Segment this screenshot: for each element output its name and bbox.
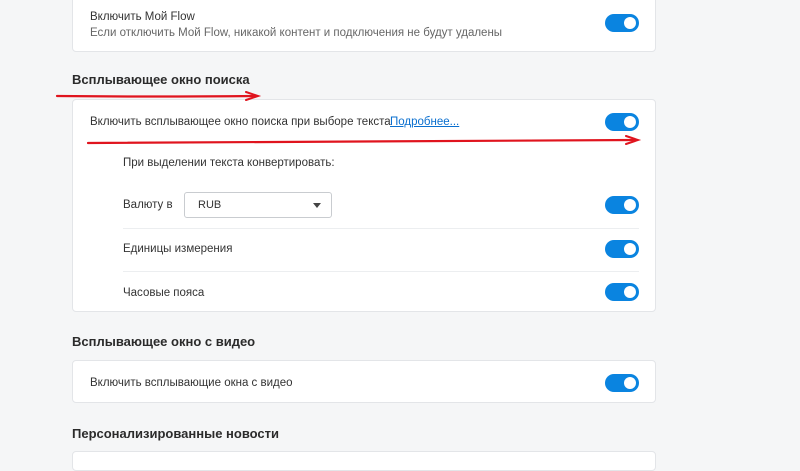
search-popup-enable-label: Включить всплывающее окно поиска при выб… xyxy=(90,116,391,128)
units-toggle[interactable] xyxy=(605,240,639,258)
search-popup-section-title: Всплывающее окно поиска xyxy=(72,72,250,87)
news-section-title: Персонализированные новости xyxy=(72,426,280,441)
toggle-knob xyxy=(624,199,636,211)
annotation-arrow-1 xyxy=(55,94,258,98)
currency-label: Валюту в xyxy=(123,199,173,211)
video-popup-section-title: Всплывающее окно с видео xyxy=(72,334,256,349)
my-flow-toggle[interactable] xyxy=(605,14,639,32)
currency-toggle[interactable] xyxy=(605,196,639,214)
toggle-knob xyxy=(624,116,636,128)
toggle-knob xyxy=(624,17,636,29)
news-card xyxy=(72,451,656,471)
toggle-knob xyxy=(624,286,636,298)
chevron-down-icon xyxy=(313,203,321,208)
divider xyxy=(123,228,639,229)
video-popup-enable-label: Включить всплывающие окна с видео xyxy=(90,377,293,389)
search-popup-card: Включить всплывающее окно поиска при выб… xyxy=(72,99,656,312)
my-flow-title: Включить Мой Flow xyxy=(90,11,195,23)
my-flow-description: Если отключить Мой Flow, никакой контент… xyxy=(90,27,503,39)
toggle-knob xyxy=(624,243,636,255)
currency-select-value: RUB xyxy=(198,199,222,211)
learn-more-link[interactable]: Подробнее... xyxy=(390,116,459,128)
my-flow-card: Включить Мой Flow Если отключить Мой Flo… xyxy=(72,0,656,52)
convert-label: При выделении текста конвертировать: xyxy=(123,157,335,169)
divider xyxy=(123,271,639,272)
units-label: Единицы измерения xyxy=(123,243,233,255)
timezones-toggle[interactable] xyxy=(605,283,639,301)
video-popup-toggle[interactable] xyxy=(605,374,639,392)
video-popup-card: Включить всплывающие окна с видео xyxy=(72,360,656,403)
toggle-knob xyxy=(624,377,636,389)
search-popup-toggle[interactable] xyxy=(605,113,639,131)
timezones-label: Часовые пояса xyxy=(123,287,205,299)
currency-select[interactable]: RUB xyxy=(184,192,332,218)
